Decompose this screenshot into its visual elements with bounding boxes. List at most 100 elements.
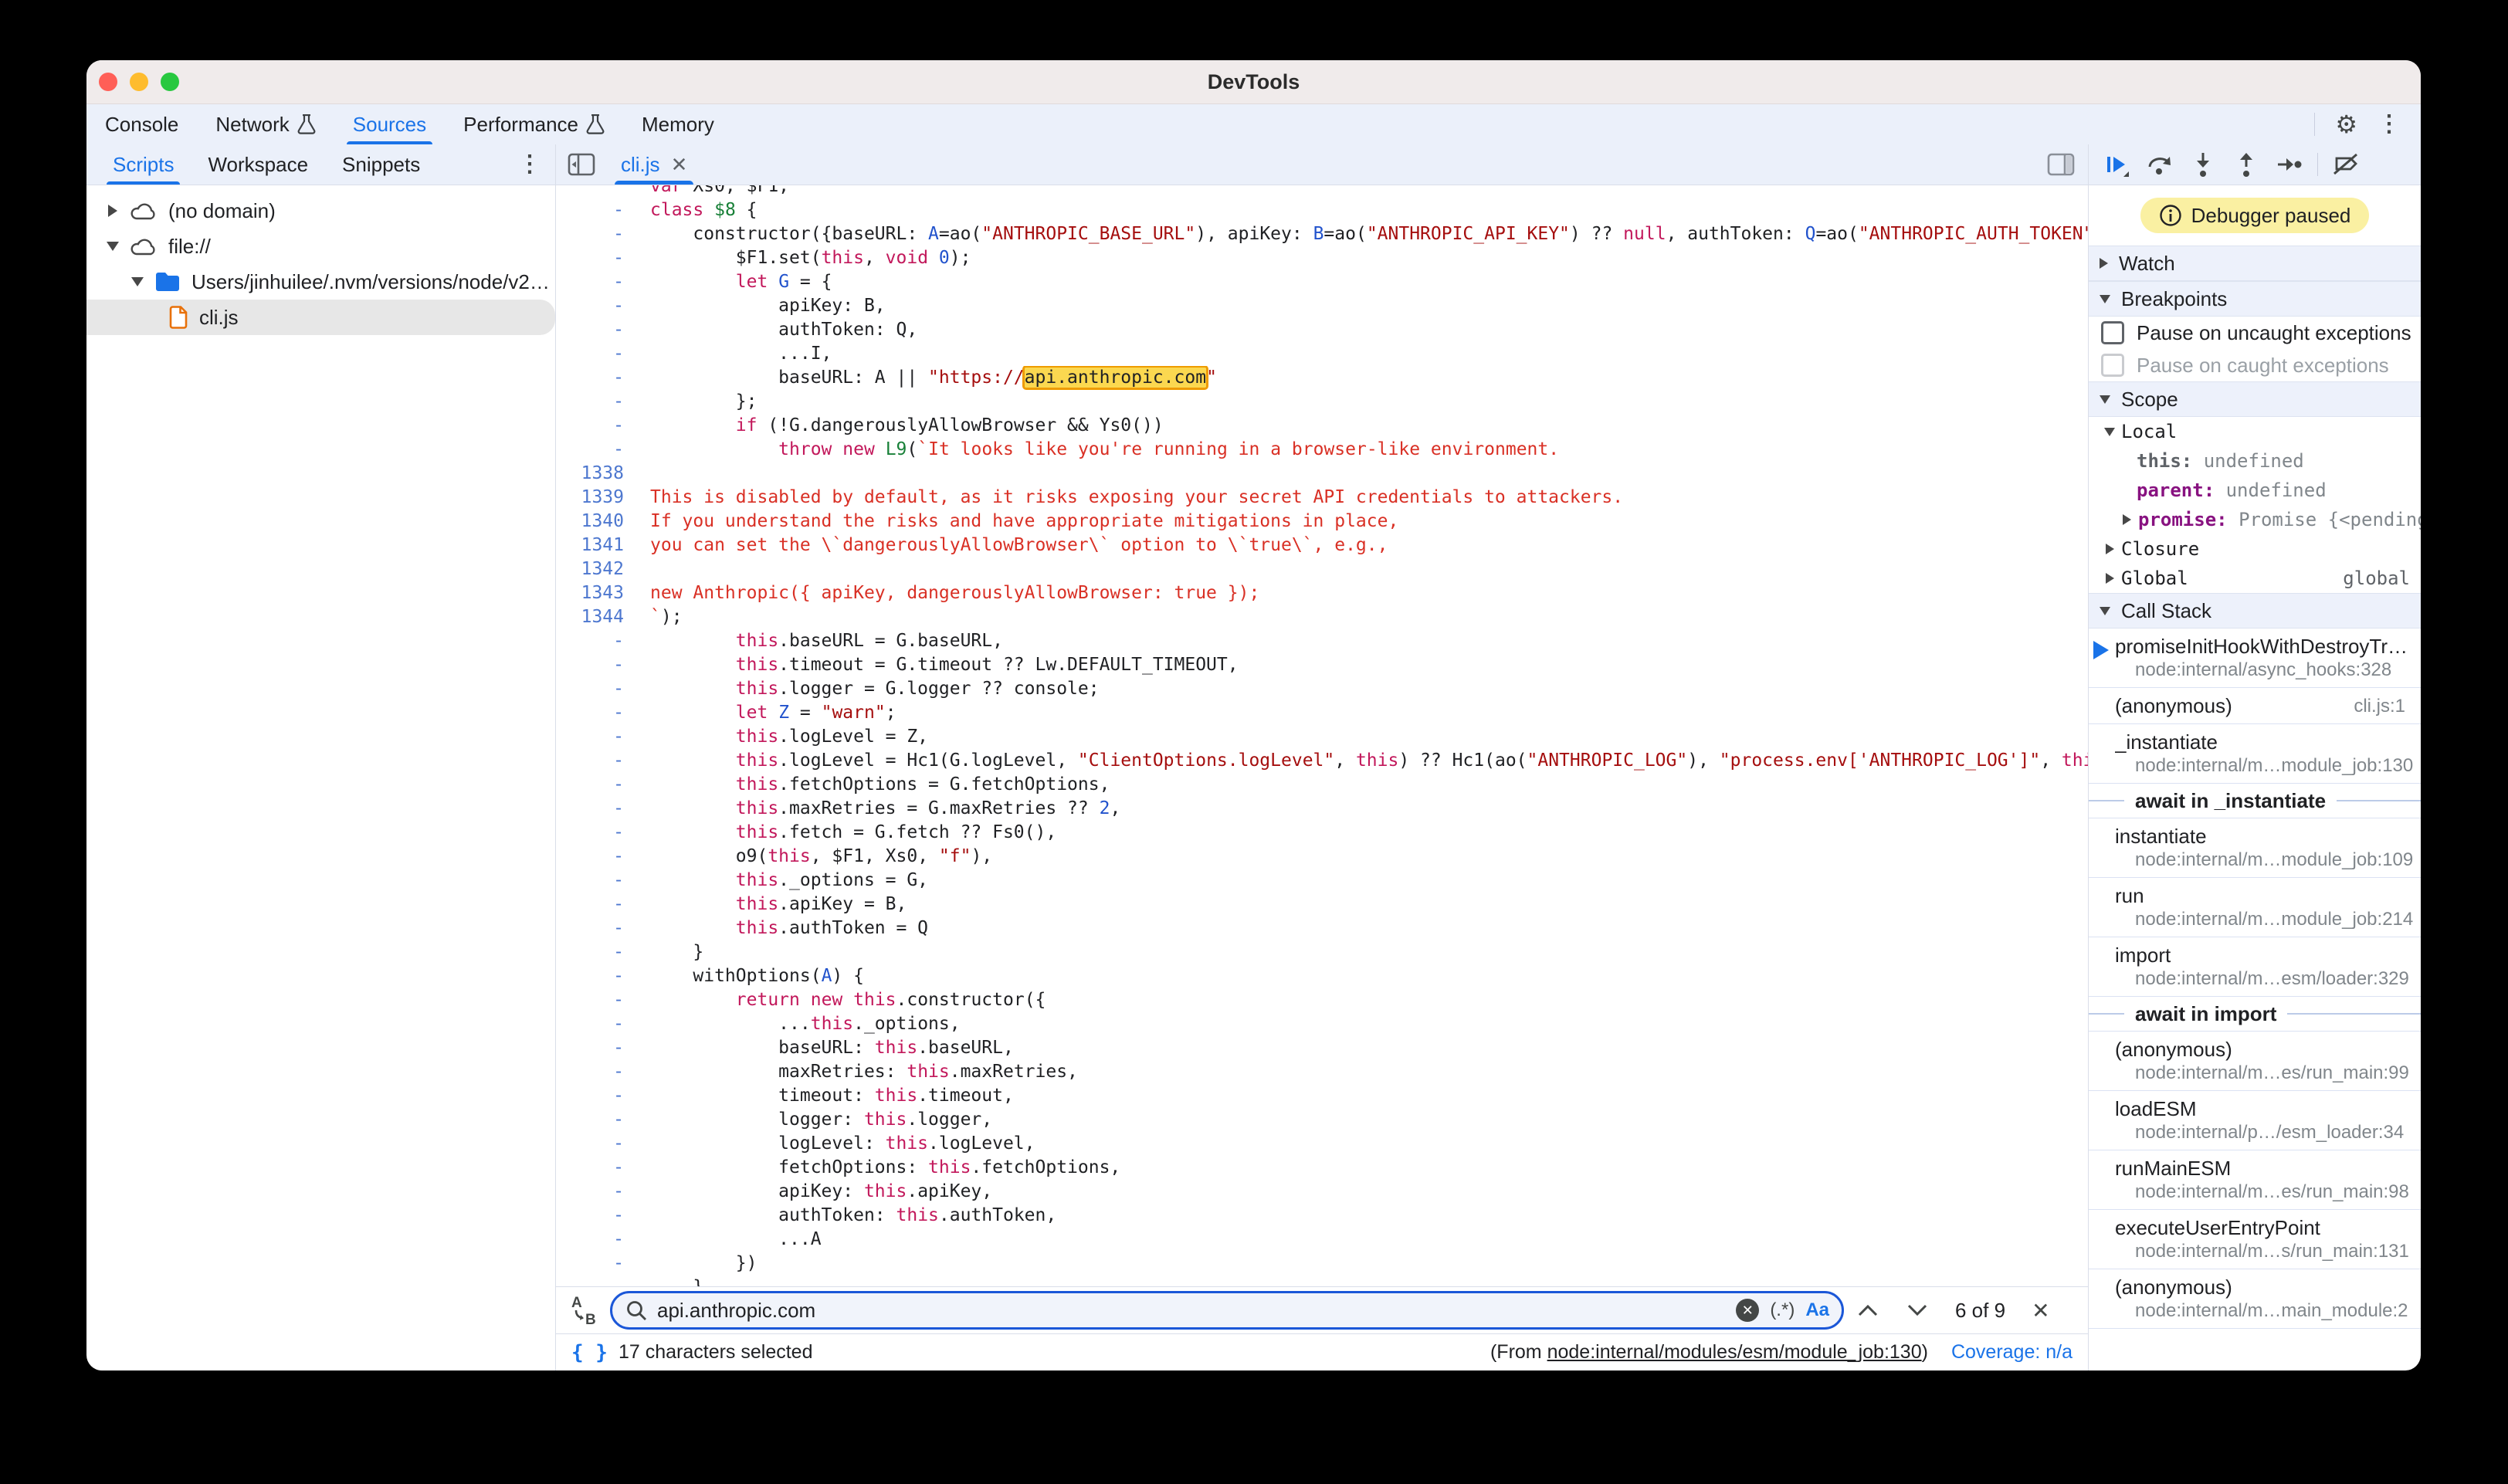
code-line[interactable]: - this.fetchOptions = G.fetchOptions, bbox=[556, 773, 2088, 797]
call-stack-frame[interactable]: runnode:internal/m…module_job:214 bbox=[2089, 878, 2421, 937]
line-gutter[interactable]: - bbox=[556, 222, 636, 246]
close-search-icon[interactable]: ✕ bbox=[2032, 1298, 2049, 1323]
code-line[interactable]: - logLevel: this.logLevel, bbox=[556, 1132, 2088, 1156]
tab-snippets[interactable]: Snippets bbox=[325, 144, 437, 185]
line-gutter[interactable]: - bbox=[556, 773, 636, 797]
line-gutter[interactable]: - bbox=[556, 893, 636, 916]
expand-icon[interactable] bbox=[108, 205, 117, 217]
line-gutter[interactable]: - bbox=[556, 797, 636, 821]
close-tab-icon[interactable]: ✕ bbox=[666, 153, 688, 177]
line-gutter[interactable]: - bbox=[556, 390, 636, 414]
tab-sources[interactable]: Sources bbox=[334, 104, 445, 144]
code-line[interactable]: - timeout: this.timeout, bbox=[556, 1084, 2088, 1108]
scope-closure[interactable]: Closure bbox=[2089, 534, 2421, 564]
line-gutter[interactable]: - bbox=[556, 1060, 636, 1084]
line-gutter[interactable]: - bbox=[556, 629, 636, 653]
code-line[interactable]: - $F1.set(this, void 0); bbox=[556, 246, 2088, 270]
line-gutter[interactable]: - bbox=[556, 1252, 636, 1276]
line-gutter[interactable]: - bbox=[556, 1108, 636, 1132]
line-gutter[interactable] bbox=[556, 185, 636, 198]
call-stack-frame[interactable]: _instantiatenode:internal/m…module_job:1… bbox=[2089, 724, 2421, 784]
tree-item-clijs[interactable]: cli.js bbox=[86, 300, 555, 335]
tab-console[interactable]: Console bbox=[86, 104, 197, 144]
line-gutter[interactable]: - bbox=[556, 1180, 636, 1204]
code-line[interactable]: - } bbox=[556, 940, 2088, 964]
line-gutter[interactable]: - bbox=[556, 988, 636, 1012]
scope-entry-parent[interactable]: parent: undefined bbox=[2089, 476, 2421, 505]
line-gutter[interactable]: - bbox=[556, 294, 636, 318]
code-line[interactable]: -class $8 { bbox=[556, 198, 2088, 222]
line-gutter[interactable]: - bbox=[556, 821, 636, 845]
hide-navigator-icon[interactable] bbox=[567, 151, 596, 178]
more-options-icon[interactable]: ⋮ bbox=[2378, 113, 2401, 136]
code-line[interactable]: - authToken: Q, bbox=[556, 318, 2088, 342]
code-line[interactable]: 1341you can set the \`dangerouslyAllowBr… bbox=[556, 534, 2088, 557]
step-out-button[interactable] bbox=[2225, 151, 2268, 178]
line-gutter[interactable]: - bbox=[556, 1084, 636, 1108]
pause-uncaught-checkbox[interactable] bbox=[2101, 321, 2124, 344]
code-line[interactable]: - this.maxRetries = G.maxRetries ?? 2, bbox=[556, 797, 2088, 821]
section-watch[interactable]: Watch bbox=[2089, 246, 2421, 281]
call-stack-frame[interactable]: executeUserEntryPointnode:internal/m…s/r… bbox=[2089, 1210, 2421, 1269]
toggle-debugger-sidebar-icon[interactable] bbox=[2046, 151, 2088, 178]
code-line[interactable]: - this._options = G, bbox=[556, 869, 2088, 893]
pause-uncaught-row[interactable]: Pause on uncaught exceptions bbox=[2089, 317, 2421, 349]
pause-caught-checkbox[interactable] bbox=[2101, 354, 2124, 377]
code-line[interactable]: - if (!G.dangerouslyAllowBrowser && Ys0(… bbox=[556, 414, 2088, 438]
tab-performance[interactable]: Performance bbox=[445, 104, 623, 144]
call-stack-frame[interactable]: instantiatenode:internal/m…module_job:10… bbox=[2089, 818, 2421, 878]
search-input[interactable]: api.anthropic.com ✕ (.*) Aa bbox=[610, 1291, 1844, 1330]
code-line[interactable]: - o9(this, $F1, Xs0, "f"), bbox=[556, 845, 2088, 869]
code-line[interactable]: - this.timeout = G.timeout ?? Lw.DEFAULT… bbox=[556, 653, 2088, 677]
code-line[interactable]: - ...I, bbox=[556, 342, 2088, 366]
from-module-link[interactable]: node:internal/modules/esm/module_job:130 bbox=[1547, 1341, 1922, 1363]
code-line[interactable]: - ...A bbox=[556, 1228, 2088, 1252]
line-gutter[interactable]: - bbox=[556, 366, 636, 390]
code-line[interactable]: - this.apiKey = B, bbox=[556, 893, 2088, 916]
code-line[interactable]: - }) bbox=[556, 1252, 2088, 1276]
section-call-stack[interactable]: Call Stack bbox=[2089, 593, 2421, 628]
code-line[interactable]: - this.logLevel = Z, bbox=[556, 725, 2088, 749]
line-gutter[interactable]: - bbox=[556, 342, 636, 366]
line-gutter[interactable]: - bbox=[556, 653, 636, 677]
line-gutter[interactable]: 1338 bbox=[556, 462, 636, 486]
tab-network[interactable]: Network bbox=[197, 104, 334, 144]
collapse-icon[interactable] bbox=[131, 277, 144, 286]
deactivate-breakpoints-button[interactable] bbox=[2324, 151, 2367, 178]
section-breakpoints[interactable]: Breakpoints bbox=[2089, 281, 2421, 317]
line-gutter[interactable]: - bbox=[556, 246, 636, 270]
step-over-button[interactable] bbox=[2138, 151, 2181, 178]
code-line[interactable]: - let G = { bbox=[556, 270, 2088, 294]
line-gutter[interactable]: - bbox=[556, 677, 636, 701]
code-line[interactable]: - apiKey: this.apiKey, bbox=[556, 1180, 2088, 1204]
code-line[interactable]: - let Z = "warn"; bbox=[556, 701, 2088, 725]
code-line[interactable]: - } bbox=[556, 1276, 2088, 1286]
line-gutter[interactable]: - bbox=[556, 940, 636, 964]
line-gutter[interactable]: - bbox=[556, 964, 636, 988]
code-line[interactable]: 1338 bbox=[556, 462, 2088, 486]
line-gutter[interactable]: - bbox=[556, 1132, 636, 1156]
line-gutter[interactable]: - bbox=[556, 438, 636, 462]
replace-toggle-icon[interactable]: AB bbox=[570, 1295, 598, 1326]
code-line[interactable]: 1344`); bbox=[556, 605, 2088, 629]
code-line[interactable]: - baseURL: A || "https://api.anthropic.c… bbox=[556, 366, 2088, 390]
call-stack-frame[interactable]: (anonymous)node:internal/m…es/run_main:9… bbox=[2089, 1032, 2421, 1091]
line-gutter[interactable]: 1339 bbox=[556, 486, 636, 510]
line-gutter[interactable]: - bbox=[556, 1228, 636, 1252]
line-gutter[interactable]: - bbox=[556, 198, 636, 222]
clear-search-icon[interactable]: ✕ bbox=[1736, 1299, 1759, 1322]
code-line[interactable]: - }; bbox=[556, 390, 2088, 414]
line-gutter[interactable]: - bbox=[556, 270, 636, 294]
line-gutter[interactable]: - bbox=[556, 1012, 636, 1036]
tab-workspace[interactable]: Workspace bbox=[191, 144, 325, 185]
section-scope[interactable]: Scope bbox=[2089, 381, 2421, 417]
collapse-icon[interactable] bbox=[107, 242, 119, 251]
editor-tab-clijs[interactable]: cli.js ✕ bbox=[607, 144, 701, 185]
code-line[interactable]: - this.logger = G.logger ?? console; bbox=[556, 677, 2088, 701]
scope-local[interactable]: Local bbox=[2089, 417, 2421, 446]
call-stack-frame[interactable]: loadESMnode:internal/p…/esm_loader:34 bbox=[2089, 1091, 2421, 1150]
code-line[interactable]: - withOptions(A) { bbox=[556, 964, 2088, 988]
line-gutter[interactable]: - bbox=[556, 1156, 636, 1180]
previous-match-icon[interactable] bbox=[1856, 1303, 1879, 1318]
line-gutter[interactable]: 1343 bbox=[556, 581, 636, 605]
